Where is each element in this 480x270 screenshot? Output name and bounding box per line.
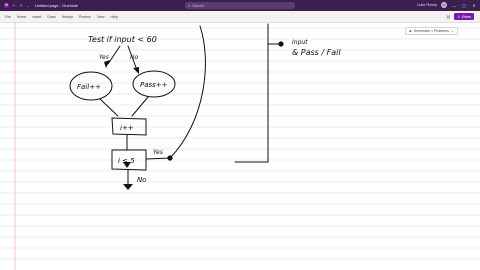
undo-icon[interactable]: ↶ <box>12 4 16 8</box>
window-title: Untitled page - OneNote <box>35 3 79 8</box>
menu-home[interactable]: Home <box>17 15 27 19</box>
menu-review[interactable]: Review <box>79 15 91 19</box>
ink-fail-text: Fail++ <box>77 83 101 91</box>
note-canvas[interactable]: Test if input < 60 Yes No Fail++ Pass++ … <box>0 22 480 270</box>
ink-arrowhead-2 <box>123 184 133 190</box>
redo-icon[interactable]: ↷ <box>19 4 23 8</box>
ink-arrowhead-left <box>104 60 110 68</box>
share-label: Share <box>461 14 471 19</box>
share-icon: ⇪ <box>457 14 461 19</box>
ink-branch-left <box>107 45 121 65</box>
ink-merge-left <box>99 98 119 117</box>
user-name[interactable]: Luke Finney <box>417 3 437 7</box>
breadcrumb-chip[interactable]: ◈ Homerade > Problems ⌄ <box>405 27 458 35</box>
ink-merge-right <box>131 96 149 117</box>
ink-yes-dot <box>167 155 173 161</box>
chevron-down-icon: ⌄ <box>450 29 454 33</box>
menu-insert[interactable]: Insert <box>32 15 41 19</box>
onenote-logo-icon: N <box>4 3 9 8</box>
ink-pass-text: Pass++ <box>140 81 168 89</box>
notebook-icon[interactable]: ▤ <box>446 14 450 19</box>
search-icon: ⌕ <box>188 3 191 8</box>
ink-loop-text: i ≤ 5 <box>118 157 135 165</box>
ink-input-dot <box>278 41 284 47</box>
ink-arrowhead-right <box>133 67 139 74</box>
share-button[interactable]: ⇪ Share <box>454 13 474 20</box>
menu-draw[interactable]: Draw <box>47 15 55 19</box>
breadcrumb-label: Homerade > Problems <box>413 29 449 33</box>
menu-file[interactable]: File <box>5 15 11 19</box>
search-placeholder: Search <box>192 3 204 8</box>
ink-no-bottom: No <box>137 176 147 184</box>
ink-yes-left: Yes <box>99 54 109 61</box>
ribbon-menu: File Home Insert Draw History Review Vie… <box>5 15 118 19</box>
tag-icon: ◈ <box>409 29 412 33</box>
ink-test-text: Test if input < 60 <box>88 35 157 44</box>
ink-increment-text: i++ <box>120 124 134 132</box>
ribbon-right: ▤ ⇪ Share <box>446 13 474 20</box>
ink-no-left: No <box>130 54 138 61</box>
handwritten-flowchart: Test if input < 60 Yes No Fail++ Pass++ … <box>69 23 341 190</box>
ink-result-text: & Pass / Fail <box>292 48 341 57</box>
menu-view[interactable]: View <box>97 15 105 19</box>
customize-toolbar-icon[interactable]: ⌄ <box>26 4 30 8</box>
avatar[interactable]: LF <box>441 2 447 8</box>
title-bar-right: Luke Finney LF — ▢ ✕ <box>417 2 477 8</box>
search-input[interactable]: ⌕ Search <box>185 2 295 9</box>
menu-help[interactable]: Help <box>111 15 118 19</box>
minimize-button[interactable]: — <box>451 3 457 8</box>
menu-history[interactable]: History <box>62 15 73 19</box>
maximize-button[interactable]: ▢ <box>461 3 467 8</box>
title-bar-left: N ↶ ↷ ⌄ Untitled page - OneNote <box>4 3 78 8</box>
ink-yes-right: Yes <box>153 149 163 156</box>
ink-yes-line <box>145 157 171 160</box>
ink-input-text: Input <box>292 39 308 46</box>
close-button[interactable]: ✕ <box>471 3 477 8</box>
title-bar: N ↶ ↷ ⌄ Untitled page - OneNote ⌕ Search… <box>0 0 480 11</box>
ink-loop-back-curve <box>169 25 206 159</box>
